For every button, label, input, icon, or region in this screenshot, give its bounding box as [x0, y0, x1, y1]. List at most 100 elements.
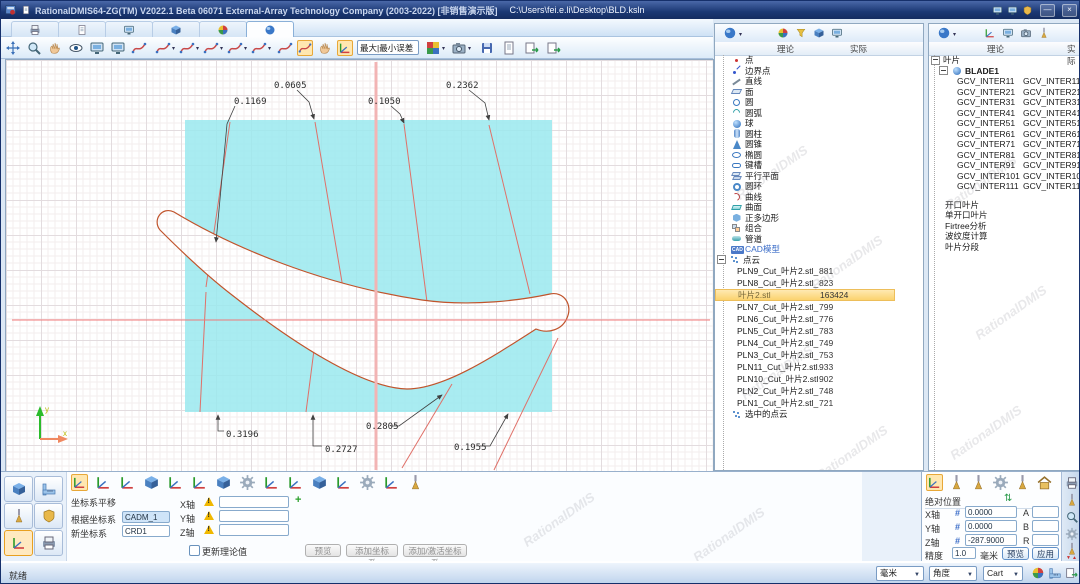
gcv-item[interactable]: GCV_INTER81 GCV_INTER81	[929, 150, 1080, 161]
snapshot-icon[interactable]	[451, 40, 467, 56]
report-save-icon[interactable]	[479, 40, 495, 56]
curve-compare-dropdown-icon[interactable]: ▾	[268, 45, 271, 52]
snapshot-dropdown-icon[interactable]: ▾	[468, 45, 471, 52]
blade-dropdown-icon[interactable]: ▾	[953, 31, 956, 38]
position-value-input[interactable]	[965, 534, 1017, 546]
pointcloud-item[interactable]: PLN11_Cut_叶片2.stl... 933	[715, 361, 923, 373]
colormap-icon[interactable]	[425, 40, 441, 56]
tolerance-button[interactable]	[34, 503, 63, 529]
pointcloud-item[interactable]: PLN3_Cut_叶片2.stl_... 753	[715, 349, 923, 361]
strip-probe2-icon[interactable]	[1065, 542, 1079, 556]
pointcloud-item[interactable]: PLN4_Cut_叶片2.stl_... 749	[715, 337, 923, 349]
curve-offset-dropdown-icon[interactable]: ▾	[244, 45, 247, 52]
analysis-item[interactable]: 叶片分段	[929, 242, 1080, 253]
ref-cs-input[interactable]	[122, 511, 170, 523]
pointcloud-item[interactable]: PLN1_Cut_叶片2.stl_... 721	[715, 397, 923, 409]
curve-project-icon[interactable]	[179, 40, 195, 56]
gcv-item[interactable]: GCV_INTER11 GCV_INTER11	[929, 76, 1080, 87]
pointcloud-item[interactable]: PLN8_Cut_叶片2.stl_... 823	[715, 277, 923, 289]
curve-fit-icon[interactable]	[277, 40, 293, 56]
gcv-item[interactable]: GCV_INTER31 GCV_INTER31	[929, 97, 1080, 108]
gcv-item[interactable]: GCV_INTER101 GCV_INTER101	[929, 171, 1080, 182]
position-value-input[interactable]	[965, 506, 1017, 518]
view-sphere-icon[interactable]	[777, 27, 789, 39]
swap-icon[interactable]: ⇅	[1004, 493, 1012, 504]
pointcloud-item[interactable]: PLN5_Cut_叶片2.stl_... 783	[715, 325, 923, 337]
monitor-status-icon[interactable]	[992, 5, 1003, 16]
strip-zoom-icon[interactable]	[1065, 510, 1079, 524]
window-view-icon[interactable]	[110, 40, 126, 56]
probe-icon[interactable]	[1038, 27, 1050, 39]
probe-a-icon[interactable]	[948, 474, 965, 491]
cs-iterative-icon[interactable]	[359, 474, 376, 491]
minimize-button[interactable]: —	[1040, 4, 1055, 17]
move-tool-icon[interactable]	[5, 40, 21, 56]
colormap-dropdown-icon[interactable]: ▾	[442, 45, 445, 52]
probe-button[interactable]	[4, 503, 33, 529]
caliper-button[interactable]	[34, 476, 63, 502]
precision-input[interactable]	[952, 547, 976, 559]
curve-edit-dropdown-icon[interactable]: ▾	[172, 45, 175, 52]
pointcloud-item[interactable]: PLN7_Cut_叶片2.stl_... 799	[715, 301, 923, 313]
export-status-icon[interactable]	[1064, 566, 1078, 580]
cs-6pt-icon[interactable]	[191, 474, 208, 491]
curve-project-dropdown-icon[interactable]: ▾	[196, 45, 199, 52]
angle-value-input[interactable]	[1032, 506, 1059, 518]
screen-icon-2[interactable]	[1002, 27, 1014, 39]
probe-add-icon[interactable]	[1014, 474, 1031, 491]
display-dropdown-icon[interactable]: ▾	[739, 31, 742, 38]
gcv-item[interactable]: GCV_INTER61 GCV_INTER61	[929, 129, 1080, 140]
cs-matrix-icon[interactable]	[287, 474, 304, 491]
blade-sphere-icon[interactable]	[937, 26, 951, 40]
add-cs-button[interactable]: 添加坐标系	[346, 544, 398, 557]
tab-report[interactable]	[58, 21, 106, 38]
view-eye-icon[interactable]	[68, 40, 84, 56]
share-export-icon[interactable]	[545, 40, 561, 56]
gcv-item[interactable]: GCV_INTER51 GCV_INTER51	[929, 118, 1080, 129]
pos-transform-icon[interactable]	[926, 474, 943, 491]
cs-save-icon[interactable]	[383, 474, 400, 491]
ruler-status-icon[interactable]	[1048, 566, 1062, 580]
tab-print[interactable]	[11, 21, 59, 38]
tab-probe[interactable]	[152, 21, 200, 38]
add-activate-cs-button[interactable]: 添加/激活坐标系	[403, 544, 467, 557]
collapse-icon[interactable]	[939, 66, 948, 75]
add-value-icon[interactable]: +	[295, 494, 301, 506]
screen-icon[interactable]	[831, 27, 843, 39]
probe-cube-button[interactable]	[4, 476, 33, 502]
curve-compare-icon[interactable]	[251, 40, 267, 56]
unit-combo[interactable]: 毫米▼	[876, 566, 924, 581]
col-actual[interactable]: 实际	[850, 43, 867, 55]
cs-rps-icon[interactable]	[335, 474, 352, 491]
close-button[interactable]: ×	[1062, 4, 1077, 17]
tab-window[interactable]	[105, 21, 153, 38]
axes-icon[interactable]	[984, 27, 996, 39]
monitor-status-icon-2[interactable]	[1007, 5, 1018, 16]
cs-cad-icon[interactable]	[215, 474, 232, 491]
gcv-item[interactable]: GCV_INTER111 GCV_INTER111	[929, 181, 1080, 192]
gcv-item[interactable]: GCV_INTER71 GCV_INTER71	[929, 139, 1080, 150]
section-extract-toggle-icon[interactable]	[297, 40, 313, 56]
curve-offset-icon[interactable]	[227, 40, 243, 56]
position-value-input[interactable]	[965, 520, 1017, 532]
camera-icon[interactable]	[1020, 27, 1032, 39]
collapse-icon[interactable]	[931, 56, 940, 65]
filter-icon[interactable]	[795, 27, 807, 39]
angle-value-input[interactable]	[1032, 534, 1059, 546]
blade-root-item[interactable]: 叶片	[929, 55, 1080, 66]
col-theory[interactable]: 理论	[777, 43, 794, 55]
pointcloud-item[interactable]: PLN6_Cut_叶片2.stl_... 776	[715, 313, 923, 325]
cs-machine-icon[interactable]	[239, 474, 256, 491]
coordinate-button[interactable]	[4, 530, 33, 556]
joystick-icon[interactable]	[992, 474, 1009, 491]
strip-probe-icon[interactable]	[1065, 493, 1079, 507]
tab-blade-active[interactable]	[246, 21, 294, 38]
cs-translate-icon[interactable]	[71, 474, 88, 491]
tab-measure[interactable]	[199, 21, 247, 38]
x-axis-input[interactable]	[219, 496, 289, 508]
cs-swap-icon[interactable]	[119, 474, 136, 491]
strip-settings-icon[interactable]	[1065, 527, 1079, 541]
probe-b-icon[interactable]	[970, 474, 987, 491]
error-mode-combo[interactable]: 最大|最小误差▼	[357, 40, 419, 55]
blade1-item[interactable]: BLADE1	[929, 66, 1080, 77]
